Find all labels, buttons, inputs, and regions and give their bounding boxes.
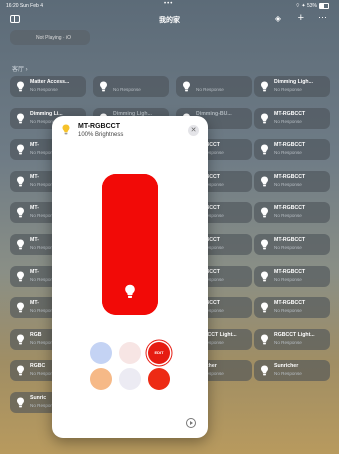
color-swatch[interactable] [119,368,141,390]
lightbulb-icon [17,239,24,250]
lightbulb-icon [17,113,24,123]
accessory-tile[interactable]: MT-RGBCCT No Response [254,202,330,224]
accessory-tile-name: MT-RGBCCT [274,173,306,180]
lightbulb-icon [261,144,268,155]
accessory-tile-status: No Response [274,150,302,156]
lightbulb-icon [17,334,24,345]
lightbulb-icon [261,81,268,92]
lightbulb-icon [125,284,135,298]
close-icon[interactable]: ✕ [188,125,199,136]
lightbulb-icon [17,81,24,92]
lightbulb-icon [17,397,24,408]
room-label[interactable]: 客厅 › [12,64,28,73]
swatch-edit-label: EDIT [154,350,164,355]
accessory-tile-status: No Response [274,213,302,219]
accessory-tile[interactable]: MT-RGBCCT No Response [254,170,330,192]
now-playing-status: Not Playing · iO [36,35,72,41]
accessory-tile-name: RGBCCT Light... [274,331,315,338]
accessory-tile-status: No Response [30,87,58,92]
color-swatch[interactable] [119,342,141,364]
accessory-tile-status: No Response [274,118,302,124]
accessory-tile-name: MT-RGBCCT [274,142,306,149]
battery-icon [319,3,329,9]
color-swatch[interactable] [148,368,170,390]
intercom-icon[interactable]: ◈ [275,14,281,23]
color-swatch[interactable] [90,368,112,390]
accessory-tile-name: Dimming-BU... [196,110,232,117]
accessory-tile[interactable]: Dimming Ligh... No Response [254,76,330,97]
lightbulb-icon [17,365,24,376]
plus-icon[interactable]: + [298,12,304,24]
accessory-tile[interactable]: MT-RGBCCT No Response [254,234,330,255]
accessory-detail-card: MT-RGBCCT 100% Brightness ✕ EDIT [52,116,208,438]
home-title: 我的家 [159,17,180,24]
accessory-tile-status: No Response [274,245,302,250]
accessory-tile-name: MT-RGBCCT [274,300,306,307]
status-system: ⌔ ✦ 53% [295,3,317,9]
lightbulb-icon [261,113,268,123]
brightness-slider[interactable] [102,174,158,315]
accessory-tile-status: No Response [274,339,302,345]
nav-bar: 我的家 ◈ + ⋯ [0,10,339,30]
accessory-tile[interactable]: MT-RGBCCT No Response [254,265,330,287]
color-swatch-selected[interactable]: EDIT [148,342,170,364]
lightbulb-icon [261,334,268,345]
accessory-tile-status: No Response [274,371,302,377]
multitasking-dots[interactable]: ••• [164,1,173,7]
accessory-tile[interactable]: No Response [176,76,252,97]
accessory-tile-name: MT-RGBCCT [274,110,306,117]
lightbulb-icon [17,176,24,187]
lightbulb-icon [17,302,24,313]
accessory-tile-status: No Response [196,87,224,92]
accessory-tile[interactable]: RGBCCT Light... No Response [254,328,330,350]
lightbulb-icon [261,176,268,187]
accessory-tile-status: No Response [274,87,302,92]
accessory-tile-status: No Response [274,181,302,187]
now-playing-tile[interactable]: Not Playing · iO [10,30,90,45]
accessory-tile[interactable]: MT-RGBCCT No Response [254,297,330,319]
lightbulb-icon [261,271,268,281]
lightbulb-icon [17,271,24,281]
lightbulb-icon [261,207,268,218]
accessory-tile-name: MT-RGBCCT [274,205,306,212]
accessory-tile-name: Matter Access... [30,79,70,85]
accessory-tile-name: MT-RGBCCT [274,237,306,243]
accessory-name: MT-RGBCCT [78,123,120,130]
lightbulb-icon [183,81,190,92]
accessory-settings-icon[interactable] [186,418,196,428]
brightness-readout: 100% Brightness [78,132,124,138]
more-icon[interactable]: ⋯ [318,12,327,23]
accessory-tile-status: No Response [274,276,302,282]
accessory-tile-name: MT-RGBCCT [274,268,306,275]
accessory-tile[interactable]: No Response [93,76,169,97]
status-time: 16:20 Sun Feb 4 [6,3,43,9]
accessory-tile-name: Sunricher [274,363,299,370]
lightbulb-icon [261,302,268,313]
accessory-tile-status: No Response [274,308,302,314]
accessory-tile[interactable]: MT-RGBCCT No Response [254,139,330,161]
lightbulb-icon [261,365,268,376]
accessory-tile-name: Dimming Ligh... [274,79,313,85]
color-swatch[interactable] [90,342,112,364]
lightbulb-icon [62,124,70,135]
accessory-tile-status: No Response [113,87,141,92]
lightbulb-icon [100,81,107,92]
status-bar: 16:20 Sun Feb 4 ••• ⌔ ✦ 53% [0,0,339,10]
accessory-tile[interactable]: Sunricher No Response [254,360,330,382]
lightbulb-icon [17,207,24,218]
lightbulb-icon [261,239,268,250]
accessory-tile[interactable]: Matter Access... No Response [10,76,86,97]
accessory-tile[interactable]: MT-RGBCCT No Response [254,107,330,129]
lightbulb-icon [17,144,24,155]
